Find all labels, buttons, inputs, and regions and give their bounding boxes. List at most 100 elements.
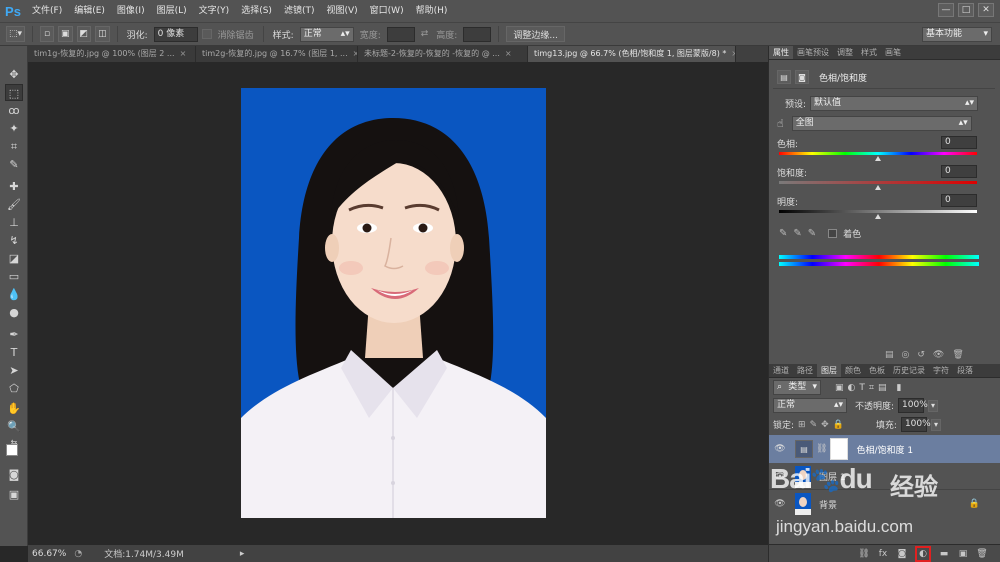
channel-select[interactable]: 全图 ▴▾ — [791, 116, 972, 131]
menu-file[interactable]: 文件(F) — [26, 0, 68, 22]
tab-swatches[interactable]: 色板 — [865, 364, 889, 377]
menu-window[interactable]: 窗口(W) — [364, 0, 410, 22]
brush-tool-icon[interactable]: 🖌 — [5, 196, 23, 213]
add-mask-icon[interactable]: ◙ — [896, 549, 908, 559]
marquee-preset-icon[interactable]: ⬚▾ — [6, 26, 26, 42]
chevron-down-icon[interactable]: ▾ — [928, 399, 939, 412]
colorize-checkbox[interactable] — [828, 229, 838, 238]
menu-filter[interactable]: 滤镜(T) — [278, 0, 321, 22]
menu-help[interactable]: 帮助(H) — [410, 0, 454, 22]
shape-tool-icon[interactable]: ⬠ — [5, 380, 23, 397]
hue-input[interactable]: 0 — [941, 136, 977, 149]
tab-paragraph[interactable]: 段落 — [953, 364, 977, 377]
document-photo[interactable] — [241, 88, 546, 518]
lightness-input[interactable]: 0 — [941, 194, 977, 207]
link-layers-icon[interactable]: ⛓ — [858, 549, 870, 559]
tab-doc-1[interactable]: tim1g-恢复的.jpg @ 100% (图层 2 ... × — [28, 46, 196, 62]
tab-doc-active[interactable]: timg13.jpg @ 66.7% (色相/饱和度 1, 图层蒙版/8) * × — [528, 46, 736, 62]
hue-slider-thumb[interactable] — [875, 156, 881, 161]
new-group-icon[interactable]: ▬ — [938, 549, 950, 559]
width-input[interactable] — [386, 26, 415, 42]
filter-smart-icon[interactable]: ▤ — [878, 383, 887, 393]
layer-name[interactable]: 图层 1 — [819, 470, 846, 483]
opacity-input[interactable]: 100% — [898, 398, 928, 413]
layer-name[interactable]: 背景 — [819, 498, 837, 511]
blend-mode-select[interactable]: 正常 ▴▾ — [773, 398, 847, 413]
style-select[interactable]: 正常 ▴▾ — [299, 26, 354, 42]
tab-paths[interactable]: 路径 — [793, 364, 817, 377]
dodge-tool-icon[interactable]: ● — [5, 304, 23, 321]
tab-adjustments[interactable]: 调整 — [833, 46, 857, 59]
clip-to-layer-icon[interactable]: ▤ — [885, 350, 894, 360]
menu-edit[interactable]: 编辑(E) — [68, 0, 111, 22]
eyedropper-tool-icon[interactable]: ✎ — [5, 156, 23, 173]
minimize-button[interactable]: — — [938, 3, 954, 17]
targeted-adjust-hand-icon[interactable]: ☝ — [777, 117, 784, 130]
add-selection-icon[interactable]: ▣ — [58, 26, 73, 42]
zoom-readout[interactable]: 66.67% — [32, 549, 66, 559]
mask-icon[interactable]: ◙ — [795, 70, 809, 84]
foreground-color-swatch[interactable] — [6, 444, 18, 456]
eyedropper-icon[interactable]: ✎ — [779, 228, 787, 239]
screen-mode-icon[interactable]: ▣ — [5, 486, 23, 503]
tab-history[interactable]: 历史记录 — [889, 364, 929, 377]
lock-pixels-icon[interactable]: ✎ — [810, 420, 818, 430]
tab-layers[interactable]: 图层 — [817, 364, 841, 377]
swap-icon[interactable]: ⇄ — [419, 29, 431, 39]
new-adjustment-layer-icon[interactable]: ◐ — [915, 545, 931, 562]
path-selection-tool-icon[interactable]: ➤ — [5, 362, 23, 379]
workspace-select[interactable]: 基本功能 ▾ — [922, 27, 992, 42]
lasso-tool-icon[interactable]: ꝏ — [5, 102, 23, 119]
maximize-button[interactable]: □ — [958, 3, 974, 17]
move-tool-icon[interactable]: ✥ — [5, 66, 23, 83]
type-tool-icon[interactable]: T — [5, 344, 23, 361]
lightness-slider[interactable] — [779, 210, 977, 213]
gradient-tool-icon[interactable]: ▭ — [5, 268, 23, 285]
layer-row[interactable]: 👁 图层 1 — [769, 464, 1000, 490]
marquee-tool-icon[interactable]: ⬚ — [5, 84, 23, 101]
filter-pixel-icon[interactable]: ▣ — [835, 383, 844, 393]
hand-tool-icon[interactable]: ✋ — [5, 400, 23, 417]
antialias-checkbox[interactable] — [201, 29, 212, 39]
layer-name[interactable]: 色相/饱和度 1 — [856, 443, 913, 456]
healing-brush-tool-icon[interactable]: ✚ — [5, 178, 23, 195]
lock-position-icon[interactable]: ✥ — [821, 420, 829, 430]
saturation-input[interactable]: 0 — [941, 165, 977, 178]
visibility-icon[interactable]: 👁 — [769, 444, 791, 454]
filter-toggle-icon[interactable]: ▮ — [896, 383, 901, 393]
eyedropper-plus-icon[interactable]: ✎ — [793, 228, 801, 239]
layer-row-selected[interactable]: 👁 ▤ ⛓ 色相/饱和度 1 — [769, 435, 1000, 463]
new-selection-icon[interactable]: ▫ — [40, 26, 55, 42]
tab-styles[interactable]: 样式 — [857, 46, 881, 59]
history-brush-tool-icon[interactable]: ↯ — [5, 232, 23, 249]
close-button[interactable]: ✕ — [978, 3, 994, 17]
tab-brush-presets[interactable]: 画笔预设 — [793, 46, 833, 59]
visibility-icon[interactable]: 👁 — [933, 350, 944, 360]
new-layer-icon[interactable]: ▣ — [957, 549, 969, 559]
hue-slider[interactable] — [779, 152, 977, 155]
saturation-slider-thumb[interactable] — [875, 185, 881, 190]
eyedropper-minus-icon[interactable]: ✎ — [808, 228, 816, 239]
pen-tool-icon[interactable]: ✒ — [5, 326, 23, 343]
stamp-tool-icon[interactable]: ⊥ — [5, 214, 23, 231]
trash-icon[interactable]: 🗑 — [976, 549, 988, 559]
menu-select[interactable]: 选择(S) — [235, 0, 278, 22]
eraser-tool-icon[interactable]: ◪ — [5, 250, 23, 267]
layer-mask-thumbnail[interactable] — [830, 438, 849, 460]
tab-doc-3[interactable]: 未标题-2-恢复的-恢复的 -恢复的 @ ... × — [358, 46, 528, 62]
intersect-selection-icon[interactable]: ◫ — [95, 26, 110, 42]
filter-shape-icon[interactable]: ⌗ — [869, 383, 874, 393]
lock-transparent-icon[interactable]: ⊞ — [798, 420, 806, 430]
menu-view[interactable]: 视图(V) — [320, 0, 363, 22]
magic-wand-tool-icon[interactable]: ✦ — [5, 120, 23, 137]
menu-image[interactable]: 图像(I) — [111, 0, 151, 22]
crop-tool-icon[interactable]: ⌗ — [5, 138, 23, 155]
filter-adjustment-icon[interactable]: ◐ — [848, 383, 856, 393]
saturation-slider[interactable] — [779, 181, 977, 184]
chevron-down-icon[interactable]: ▾ — [930, 418, 941, 431]
feather-input[interactable]: 0 像素 — [153, 26, 198, 42]
status-menu-arrow-icon[interactable]: ▸ — [240, 549, 245, 559]
menu-type[interactable]: 文字(Y) — [193, 0, 236, 22]
close-icon[interactable]: × — [731, 49, 735, 58]
lock-all-icon[interactable]: 🔒 — [833, 420, 844, 430]
